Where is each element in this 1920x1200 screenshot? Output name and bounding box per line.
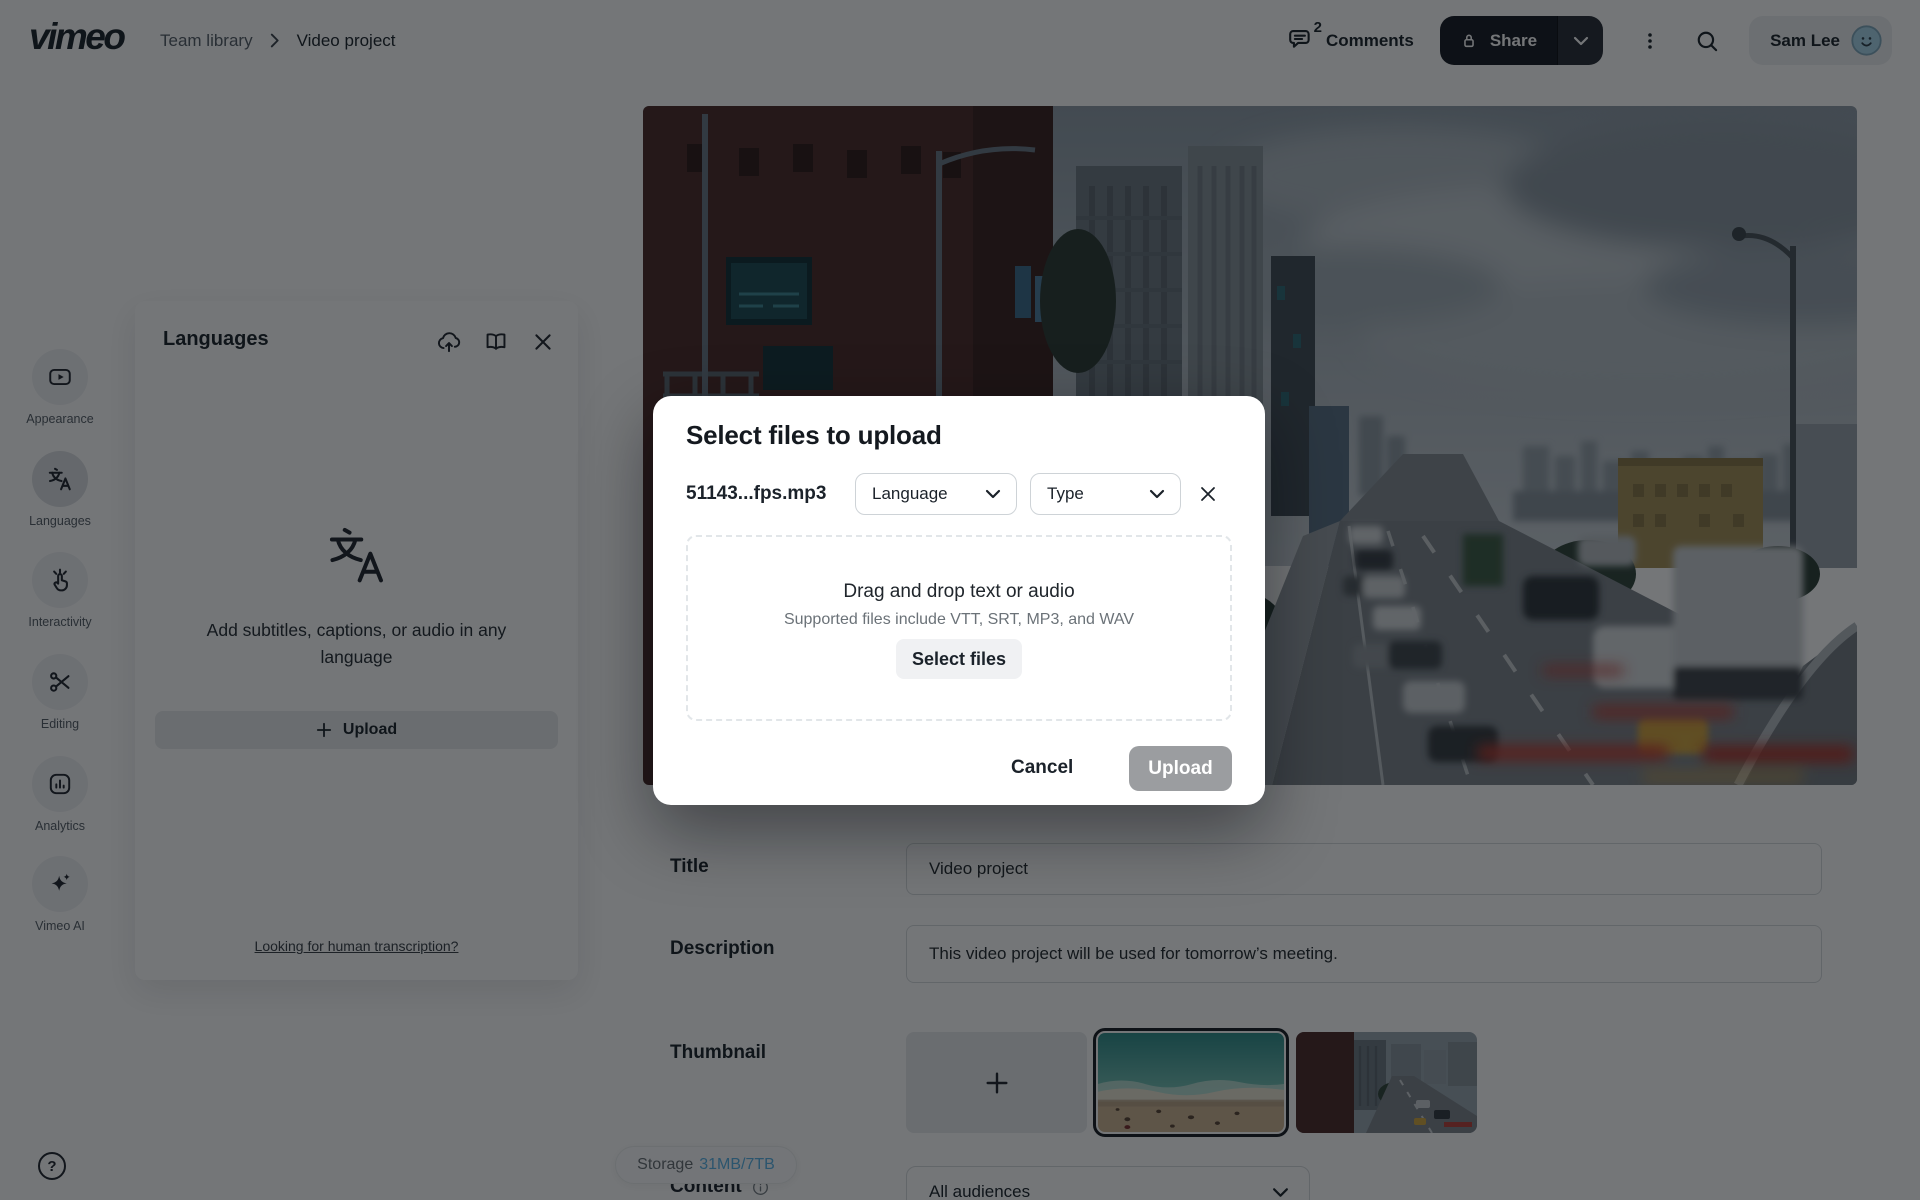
chevron-down-icon	[1149, 489, 1165, 499]
chevron-down-icon	[985, 489, 1001, 499]
upload-modal: Select files to upload 51143...fps.mp3 L…	[653, 396, 1265, 805]
file-name: 51143...fps.mp3	[686, 483, 826, 505]
type-select-value: Type	[1047, 484, 1084, 504]
dropzone-title: Drag and drop text or audio	[688, 581, 1230, 603]
modal-title: Select files to upload	[686, 420, 942, 451]
remove-file-button[interactable]	[1197, 483, 1219, 505]
app-root: vimeo Team library Video project 2 Comme…	[0, 0, 1920, 1200]
cancel-button[interactable]: Cancel	[1011, 757, 1073, 779]
select-files-button[interactable]: Select files	[896, 639, 1022, 679]
dropzone[interactable]: Drag and drop text or audio Supported fi…	[686, 535, 1232, 721]
language-select-value: Language	[872, 484, 948, 504]
dropzone-subtitle: Supported files include VTT, SRT, MP3, a…	[688, 611, 1230, 629]
upload-button[interactable]: Upload	[1129, 746, 1232, 791]
type-select[interactable]: Type	[1030, 473, 1181, 515]
language-select[interactable]: Language	[855, 473, 1017, 515]
